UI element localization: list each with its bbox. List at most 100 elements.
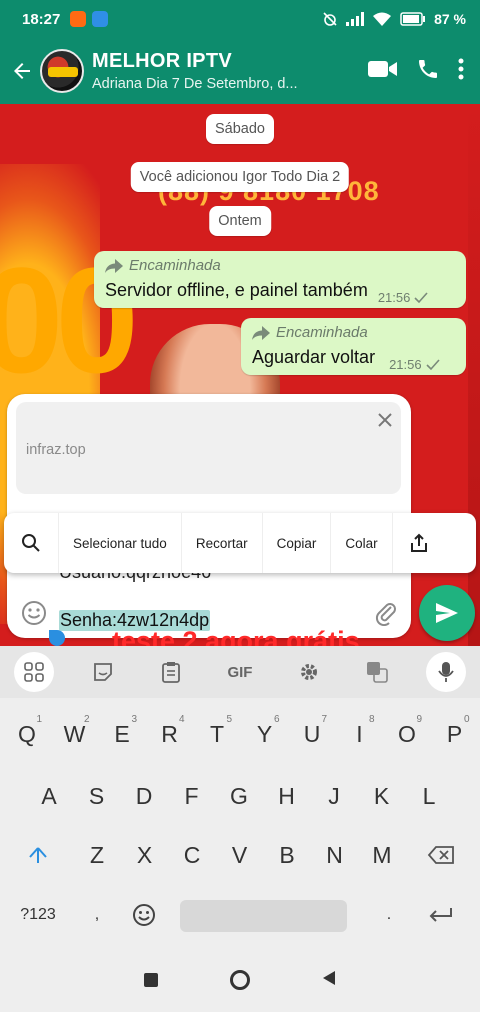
key-s[interactable]: S: [74, 771, 120, 821]
key-w[interactable]: W2: [52, 709, 98, 759]
clipboard-icon[interactable]: [151, 652, 191, 692]
forwarded-label: Encaminhada: [105, 257, 456, 274]
attach-icon[interactable]: [373, 600, 399, 631]
status-time: 18:27: [22, 10, 61, 28]
menu-paste[interactable]: Colar: [331, 513, 391, 573]
key-j[interactable]: J: [311, 771, 357, 821]
key-g[interactable]: G: [216, 771, 262, 821]
symbols-key[interactable]: ?123: [14, 890, 62, 940]
share-icon[interactable]: [393, 533, 445, 553]
space-key[interactable]: [180, 900, 347, 932]
chat-subtitle: Adriana Dia 7 De Setembro, d...: [92, 76, 298, 92]
date-chip-yesterday: Ontem: [209, 206, 271, 236]
key-h[interactable]: H: [264, 771, 310, 821]
selection-handle[interactable]: [49, 630, 65, 646]
link-preview-url: infraz.top: [26, 442, 86, 458]
key-hint-number: 5: [226, 714, 232, 725]
key-p[interactable]: P0: [432, 709, 478, 759]
shift-key[interactable]: [15, 830, 61, 880]
message-time: 21:56: [389, 357, 440, 372]
key-l[interactable]: L: [406, 771, 452, 821]
emoji-icon[interactable]: [21, 600, 47, 631]
forward-arrow-icon: [252, 325, 270, 340]
date-chip-saturday: Sábado: [206, 114, 274, 144]
forward-arrow-icon: [105, 258, 123, 273]
backspace-key[interactable]: [418, 830, 464, 880]
close-preview-icon[interactable]: [377, 412, 393, 433]
key-a[interactable]: A: [26, 771, 72, 821]
key-y[interactable]: Y6: [242, 709, 288, 759]
system-navigation-bar: [0, 948, 480, 1012]
chat-title: MELHOR IPTV: [92, 50, 232, 72]
key-hint-number: 6: [273, 714, 280, 725]
battery-percent: 87 %: [434, 11, 466, 27]
key-hint-number: 8: [368, 714, 375, 725]
settings-gear-icon[interactable]: [289, 652, 329, 692]
enter-key[interactable]: [418, 890, 464, 940]
key-k[interactable]: K: [359, 771, 405, 821]
signal-icon: [346, 12, 365, 26]
emoji-key[interactable]: [121, 890, 167, 940]
notification-app-icon-2: [92, 11, 109, 27]
key-d[interactable]: D: [121, 771, 167, 821]
send-button[interactable]: [419, 585, 475, 641]
key-i[interactable]: I8: [337, 709, 383, 759]
key-x[interactable]: X: [122, 830, 168, 880]
key-hint-number: 9: [416, 714, 422, 725]
chat-title-block[interactable]: MELHOR IPTV Adriana Dia 7 De Setembro, d…: [92, 50, 368, 92]
key-o[interactable]: O9: [384, 709, 430, 759]
enter-arrow-icon: [429, 908, 452, 922]
microphone-icon[interactable]: [425, 652, 466, 692]
gif-icon[interactable]: GIF: [220, 652, 260, 692]
key-hint-number: 4: [178, 714, 185, 725]
period-key[interactable]: .: [366, 890, 412, 940]
more-options-icon[interactable]: [458, 58, 464, 85]
back-button[interactable]: [322, 970, 336, 991]
key-hint-number: 2: [83, 714, 90, 725]
menu-select-all[interactable]: Selecionar tudo: [59, 513, 181, 573]
key-v[interactable]: V: [217, 830, 263, 880]
key-f[interactable]: F: [169, 771, 215, 821]
system-message-added: Você adicionou Igor Todo Dia 2: [130, 162, 350, 192]
message-bubble[interactable]: Encaminhada Aguardar voltar 21:56: [241, 318, 466, 375]
wifi-icon: [372, 12, 392, 27]
key-z[interactable]: Z: [74, 830, 120, 880]
notification-app-icon: [70, 11, 87, 27]
apps-grid-icon[interactable]: [14, 652, 55, 692]
key-b[interactable]: B: [264, 830, 310, 880]
voice-call-icon[interactable]: [416, 57, 440, 86]
search-icon[interactable]: [4, 533, 58, 553]
key-m[interactable]: M: [359, 830, 405, 880]
home-button[interactable]: [230, 970, 250, 990]
group-avatar[interactable]: [40, 49, 84, 93]
key-hint-number: 7: [321, 714, 327, 725]
forwarded-label: Encaminhada: [252, 324, 456, 341]
key-c[interactable]: C: [169, 830, 215, 880]
video-call-icon[interactable]: [368, 58, 398, 85]
alarm-off-icon: [322, 11, 338, 27]
key-t[interactable]: T5: [194, 709, 240, 759]
key-n[interactable]: N: [312, 830, 358, 880]
comma-key[interactable]: ,: [74, 890, 120, 940]
message-bubble[interactable]: Encaminhada Servidor offline, e painel t…: [94, 251, 466, 308]
battery-icon: [400, 12, 426, 26]
back-arrow-icon[interactable]: [4, 38, 40, 104]
sticker-icon[interactable]: [83, 652, 123, 692]
read-check-icon: [414, 291, 428, 303]
key-hint-number: 0: [463, 714, 470, 725]
send-icon: [436, 603, 458, 623]
shift-arrow-icon: [29, 847, 47, 863]
chat-header: MELHOR IPTV Adriana Dia 7 De Setembro, d…: [0, 38, 480, 104]
recents-button[interactable]: [144, 973, 158, 987]
menu-copy[interactable]: Copiar: [263, 513, 331, 573]
keyboard-toolbar: GIF: [0, 646, 480, 698]
key-e[interactable]: E3: [99, 709, 145, 759]
emoji-keyboard-icon: [133, 904, 155, 926]
key-r[interactable]: R4: [147, 709, 193, 759]
translate-icon[interactable]: [357, 652, 397, 692]
link-preview[interactable]: infraz.top: [16, 402, 401, 494]
key-u[interactable]: U7: [289, 709, 335, 759]
menu-cut[interactable]: Recortar: [182, 513, 262, 573]
key-q[interactable]: Q1: [4, 709, 50, 759]
message-time: 21:56: [378, 290, 429, 305]
